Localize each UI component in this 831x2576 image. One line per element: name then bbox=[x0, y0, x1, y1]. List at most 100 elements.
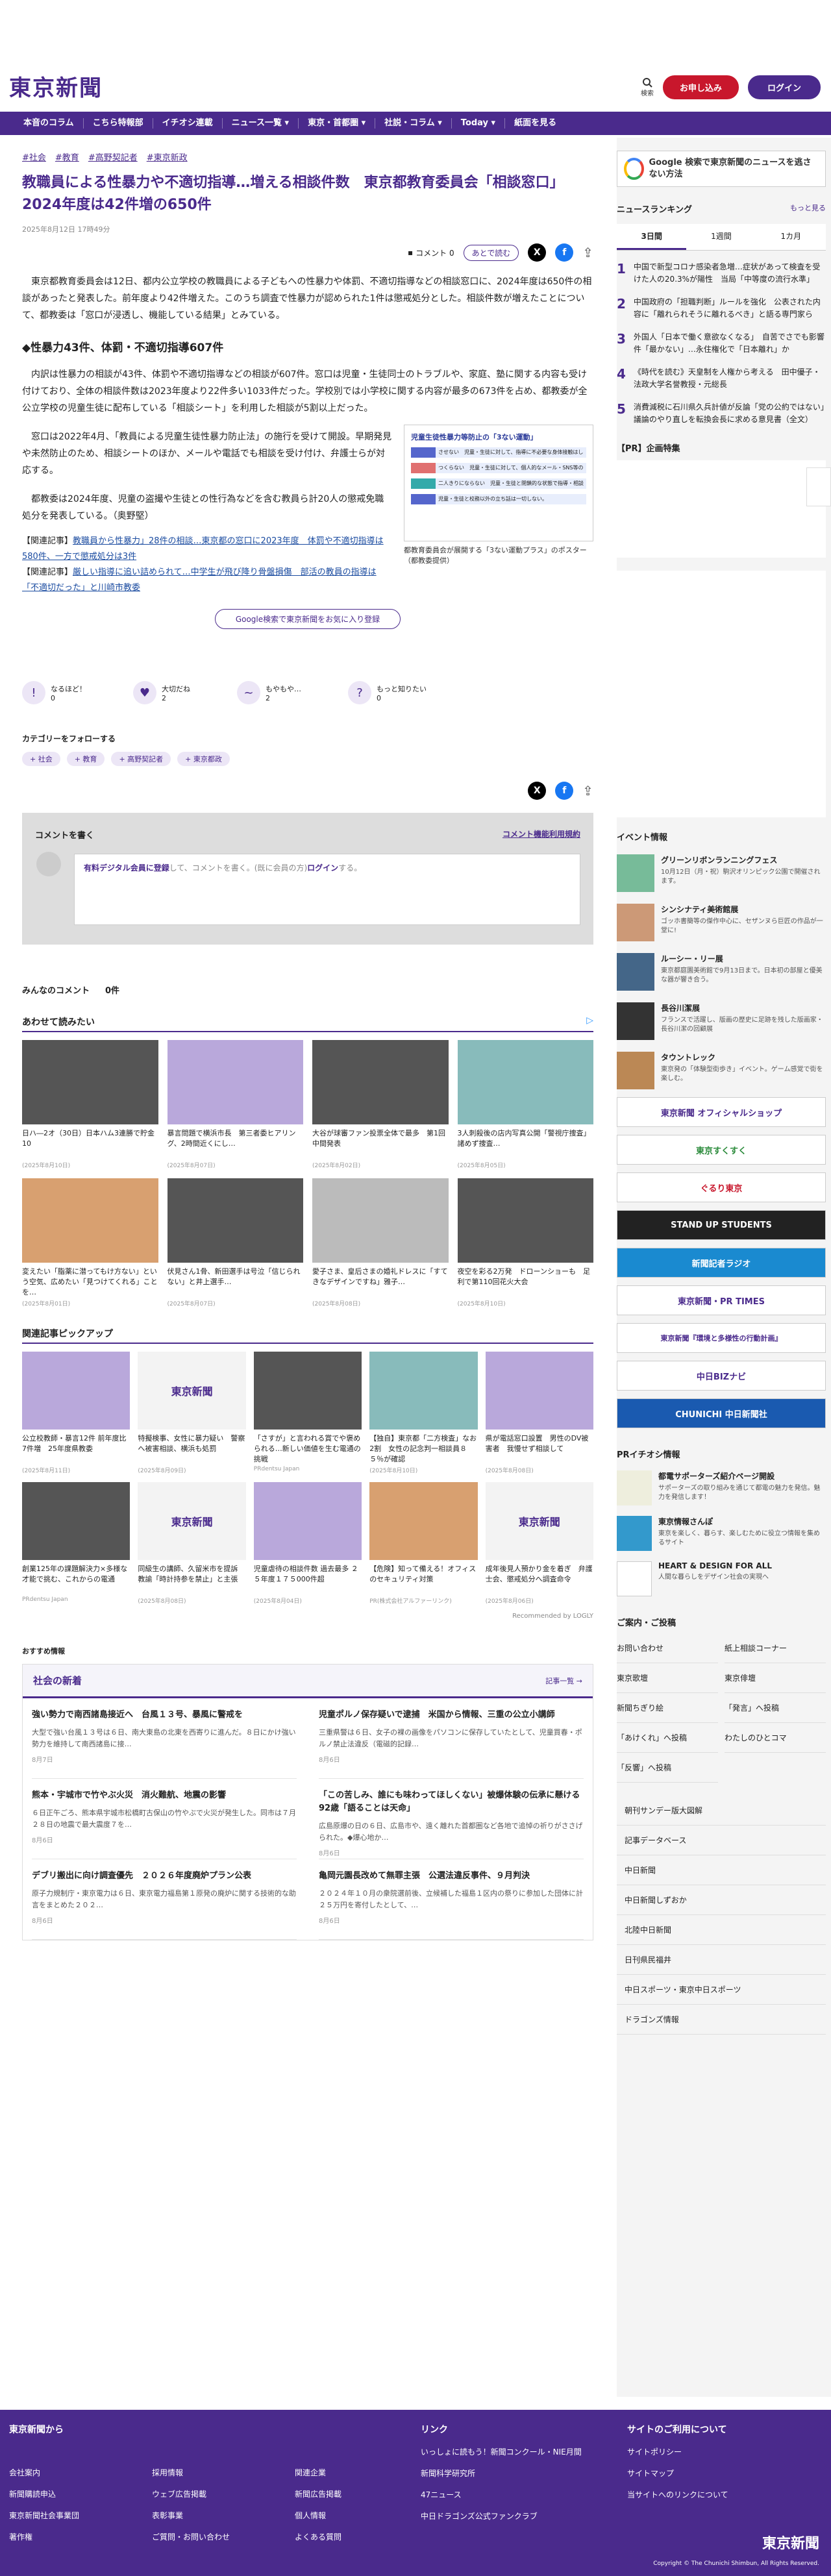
article-card[interactable]: 3人刺殺後の店内写真公開「警視庁捜査」諸めず捜査… (2025年8月05日) bbox=[457, 1040, 593, 1169]
news-item[interactable]: デブリ搬出に向け調査優先 ２０２６年度廃炉プラン公表 原子力規制庁・東京電力は６日… bbox=[32, 1859, 297, 1940]
category-chip[interactable]: + 東京都政 bbox=[177, 752, 230, 766]
event-item[interactable]: タウントレック 東京発の「体験型街歩き」イベント。ゲーム感覚で街を楽しむ。 bbox=[617, 1052, 826, 1089]
tab-1month[interactable]: 1カ月 bbox=[756, 224, 826, 250]
guide-link[interactable]: 「発言」へ投稿 bbox=[725, 1693, 826, 1723]
category-chip[interactable]: + 社会 bbox=[22, 752, 60, 766]
footer-link[interactable]: 新聞購読申込 bbox=[9, 2488, 106, 2499]
tag-link[interactable]: #社会 bbox=[22, 151, 46, 163]
share-icon[interactable]: ⇪ bbox=[582, 245, 593, 260]
article-list-link[interactable]: 記事一覧 → bbox=[545, 1676, 582, 1686]
ranking-item[interactable]: 5 消費減税に石川県久兵計値が反論「党の公約ではない」 議論のやり直しを転換会長に… bbox=[617, 401, 831, 426]
guide-link[interactable]: お問い合わせ bbox=[617, 1633, 718, 1663]
comment-input[interactable]: 有料デジタル会員に登録して、コメントを書く。(既に会員の方)ログインする。 bbox=[74, 854, 580, 925]
news-item[interactable]: 亀岡元園長改めて無罪主張 公選法違反事件、９月判決 ２０２４年１０月の衆院選前後、… bbox=[319, 1859, 584, 1940]
footer-link[interactable]: 中日ドラゴンズ公式ファンクラブ bbox=[421, 2510, 582, 2521]
footer-link[interactable]: 関連企業 bbox=[295, 2467, 392, 2478]
article-card[interactable]: 愛子さま、皇后さまの婚礼ドレスに「すてきなデザインですね」雅子… (2025年8月… bbox=[312, 1178, 449, 1307]
reaction-button[interactable]: ♥ 大切だね 2 bbox=[133, 681, 190, 704]
google-banner[interactable]: Google 検索で東京新聞のニュースを逃さない方法 bbox=[617, 151, 826, 187]
floating-share-button[interactable] bbox=[806, 467, 831, 506]
article-card[interactable]: 【独自】東京都「二方検査」なお2割 女性の記念判一相談員８５％が確認 (2025年… bbox=[369, 1352, 478, 1474]
login-link[interactable]: ログイン bbox=[307, 863, 338, 873]
ranking-item[interactable]: 1 中国で新型コロナ感染者急増…症状があって検査を受けた人の20.3%が陽性 当局… bbox=[617, 261, 826, 286]
category-chip[interactable]: + 高野契記者 bbox=[111, 752, 171, 766]
subscribe-button[interactable]: お申し込み bbox=[662, 75, 739, 99]
article-card[interactable]: 公立校教師・暴言12件 前年度比7件増 25年度県教委 (2025年8月11日) bbox=[22, 1352, 130, 1474]
article-card[interactable]: 夜空を彩る2万発 ドローンショーも 足利で第110回花火大会 (2025年8月10… bbox=[457, 1178, 593, 1307]
nav-item[interactable]: イチオシ連載 bbox=[153, 118, 223, 129]
banner-radio[interactable]: 新聞記者ラジオ bbox=[617, 1248, 826, 1278]
pr-item[interactable]: 都電サポーターズ紹介ページ開設 サポーターズの取り組みを通じて都電の魅力を発信。魅… bbox=[617, 1470, 826, 1505]
nav-item[interactable]: Today ▾ bbox=[452, 118, 506, 129]
footer-link[interactable]: 新聞科学研究所 bbox=[421, 2468, 582, 2479]
footer-link[interactable]: よくある質問 bbox=[295, 2531, 392, 2542]
guide-link[interactable]: 紙上相談コーナー bbox=[725, 1633, 826, 1663]
external-link[interactable]: 日刊県民福井 bbox=[617, 1945, 826, 1975]
event-item[interactable]: ルーシー・リー展 東京都庭園美術館で9月13日まで。日本初の部屋と優美な器が響き合… bbox=[617, 953, 826, 991]
pr-item[interactable]: HEART & DESIGN FOR ALL 人間な暮らしをデザイン社会の実現へ bbox=[617, 1561, 826, 1596]
x-share-icon[interactable]: X bbox=[528, 782, 547, 800]
related-link[interactable]: 厳しい指導に追い詰められて…中学生が飛び降り骨盤損傷 部活の教員の指導は「不適切… bbox=[22, 567, 377, 593]
footer-link[interactable]: 47ニュース bbox=[421, 2489, 582, 2500]
tab-3days[interactable]: 3日間 bbox=[617, 224, 687, 250]
footer-link[interactable]: 著作権 bbox=[9, 2531, 106, 2542]
category-chip[interactable]: + 教育 bbox=[66, 752, 105, 766]
event-item[interactable]: 長谷川潔展 フランスで活躍し、版画の歴史に足跡を残した版画家・長谷川潔の回顧展 bbox=[617, 1002, 826, 1040]
banner-bizNavi[interactable]: 中日BIZナビ bbox=[617, 1361, 826, 1391]
footer-logo[interactable]: 東京新聞 bbox=[762, 2532, 819, 2553]
footer-link[interactable]: 個人情報 bbox=[295, 2510, 392, 2521]
google-follow-button[interactable]: Google検索で東京新聞をお気に入り登録 bbox=[215, 609, 401, 629]
facebook-share-icon[interactable]: f bbox=[555, 243, 574, 262]
article-card[interactable]: 大谷が球審ファン投票全体で最多 第1回中間発表 (2025年8月02日) bbox=[312, 1040, 449, 1169]
footer-link[interactable]: ウェブ広告掲載 bbox=[152, 2488, 249, 2499]
tag-link[interactable]: #教育 bbox=[55, 151, 79, 163]
footer-link[interactable]: 表彰事業 bbox=[152, 2510, 249, 2521]
footer-link[interactable]: 会社案内 bbox=[9, 2467, 106, 2478]
tab-1week[interactable]: 1週間 bbox=[686, 224, 756, 250]
footer-link[interactable]: 当サイトへのリンクについて bbox=[627, 2489, 728, 2500]
tag-link[interactable]: #東京新政 bbox=[147, 151, 188, 163]
footer-link[interactable]: サイトマップ bbox=[627, 2468, 728, 2479]
nav-item[interactable]: 社説・コラム ▾ bbox=[375, 118, 452, 129]
footer-link[interactable]: サイトポリシー bbox=[627, 2446, 728, 2457]
ranking-item[interactable]: 3 外国人「日本で働く意欲なくなる」 自苦でさでも影響件「最かない」…永住権化で「… bbox=[617, 331, 826, 356]
facebook-share-icon[interactable]: f bbox=[555, 782, 574, 800]
article-card[interactable]: 変えたい「脂薬に潜ってもけ方ない」という空気、広めたい「見つけてくれる」ことを…… bbox=[22, 1178, 158, 1307]
nav-item[interactable]: ニュース一覧 ▾ bbox=[223, 118, 299, 129]
external-link[interactable]: 北陸中日新聞 bbox=[617, 1915, 826, 1945]
external-link[interactable]: 中日スポーツ・東京中日スポーツ bbox=[617, 1975, 826, 2005]
ad-choice-icon[interactable]: ▷ bbox=[586, 1015, 593, 1028]
footer-link[interactable]: 採用情報 bbox=[152, 2467, 249, 2478]
article-card[interactable]: 東京新聞 成年後見人預かり金を着ぎ 弁護士会、懲戒処分へ調査命令 (2025年8月0… bbox=[485, 1482, 593, 1605]
pr-item[interactable]: 東京情報さんぽ 東京を楽しく、暮らす、楽しむために役立つ情報を集めるサイト bbox=[617, 1516, 826, 1551]
footer-link[interactable]: 東京新聞社会事業団 bbox=[9, 2510, 106, 2521]
ranking-item[interactable]: 2 中国政府の「担職判断」ルールを強化 公表された内容に「離れられそうに離れるべき… bbox=[617, 296, 826, 321]
guide-link[interactable]: 東京歌壇 bbox=[617, 1663, 718, 1693]
news-item[interactable]: 熊本・宇城市で竹やぶ火災 消火難航、地震の影響 ６日正午ごろ、熊本県宇城市松橋町古… bbox=[32, 1779, 297, 1859]
article-card[interactable]: 【危険】知って備える！オフィスのセキュリティ対策 PR(株式会社アルファーリンク) bbox=[369, 1482, 478, 1605]
article-card[interactable]: 東京新聞 特擬検事、女性に暴力疑い 警察へ被害相談、横浜も処罰 (2025年8月09… bbox=[138, 1352, 246, 1474]
guide-link[interactable]: 新聞ちぎり絵 bbox=[617, 1693, 718, 1723]
banner-gururi[interactable]: ぐるり東京 bbox=[617, 1172, 826, 1202]
footer-link[interactable]: ご質問・お問い合わせ bbox=[152, 2531, 249, 2542]
article-card[interactable]: 「さすが」と言われる賞でや褒められる…新しい価値を生む電通の挑戦 PRdentsu… bbox=[253, 1352, 362, 1474]
search-button[interactable]: 検索 bbox=[641, 77, 654, 97]
article-card[interactable]: 県が電話窓口設置 男性のDV被害者 我慢せず相談して (2025年8月08日) bbox=[485, 1352, 593, 1474]
recommended-by[interactable]: Recommended by LOGLY bbox=[22, 1613, 593, 1620]
article-card[interactable]: 児童虐待の相談件数 過去最多 ２５年度１７５000件超 (2025年8月04日) bbox=[253, 1482, 362, 1605]
reaction-button[interactable]: ? もっと知りたい 0 bbox=[348, 681, 427, 704]
guide-link[interactable]: 東京俳壇 bbox=[725, 1663, 826, 1693]
comment-count-button[interactable]: ▪ コメント 0 bbox=[408, 247, 454, 258]
banner-chunichi[interactable]: CHUNICHI 中日新聞社 bbox=[617, 1398, 826, 1428]
related-link[interactable]: 教職員から性暴力」28件の相談…東京都の窓口に2023年度 体罰や不適切指導は5… bbox=[22, 536, 384, 562]
nav-item[interactable]: こちら特報部 bbox=[84, 118, 153, 129]
reaction-button[interactable]: ~ もやもや… 2 bbox=[237, 681, 301, 704]
article-card[interactable]: 暴言問題で横浜市長 第三者委ヒアリング、2時間近くにし… (2025年8月07日) bbox=[167, 1040, 303, 1169]
comment-rules-link[interactable]: コメント機能利用規約 bbox=[502, 828, 580, 841]
event-item[interactable]: グリーンリボンランニングフェス 10月12日（月・祝）駒沢オリンピック公園で開催さ… bbox=[617, 854, 826, 892]
event-item[interactable]: シンシナティ美術館展 ゴッホ書簡等の傑作中心に、セザンヌら巨匠の作品が一堂に! bbox=[617, 904, 826, 941]
share-icon[interactable]: ⇪ bbox=[582, 783, 593, 799]
login-button[interactable]: ログイン bbox=[747, 75, 821, 99]
article-card[interactable]: 創業125年の課題解決力×多様な才能で挑む、これからの電通 PRdentsu Ja… bbox=[22, 1482, 130, 1605]
guide-link[interactable]: 「反響」へ投稿 bbox=[617, 1753, 718, 1783]
